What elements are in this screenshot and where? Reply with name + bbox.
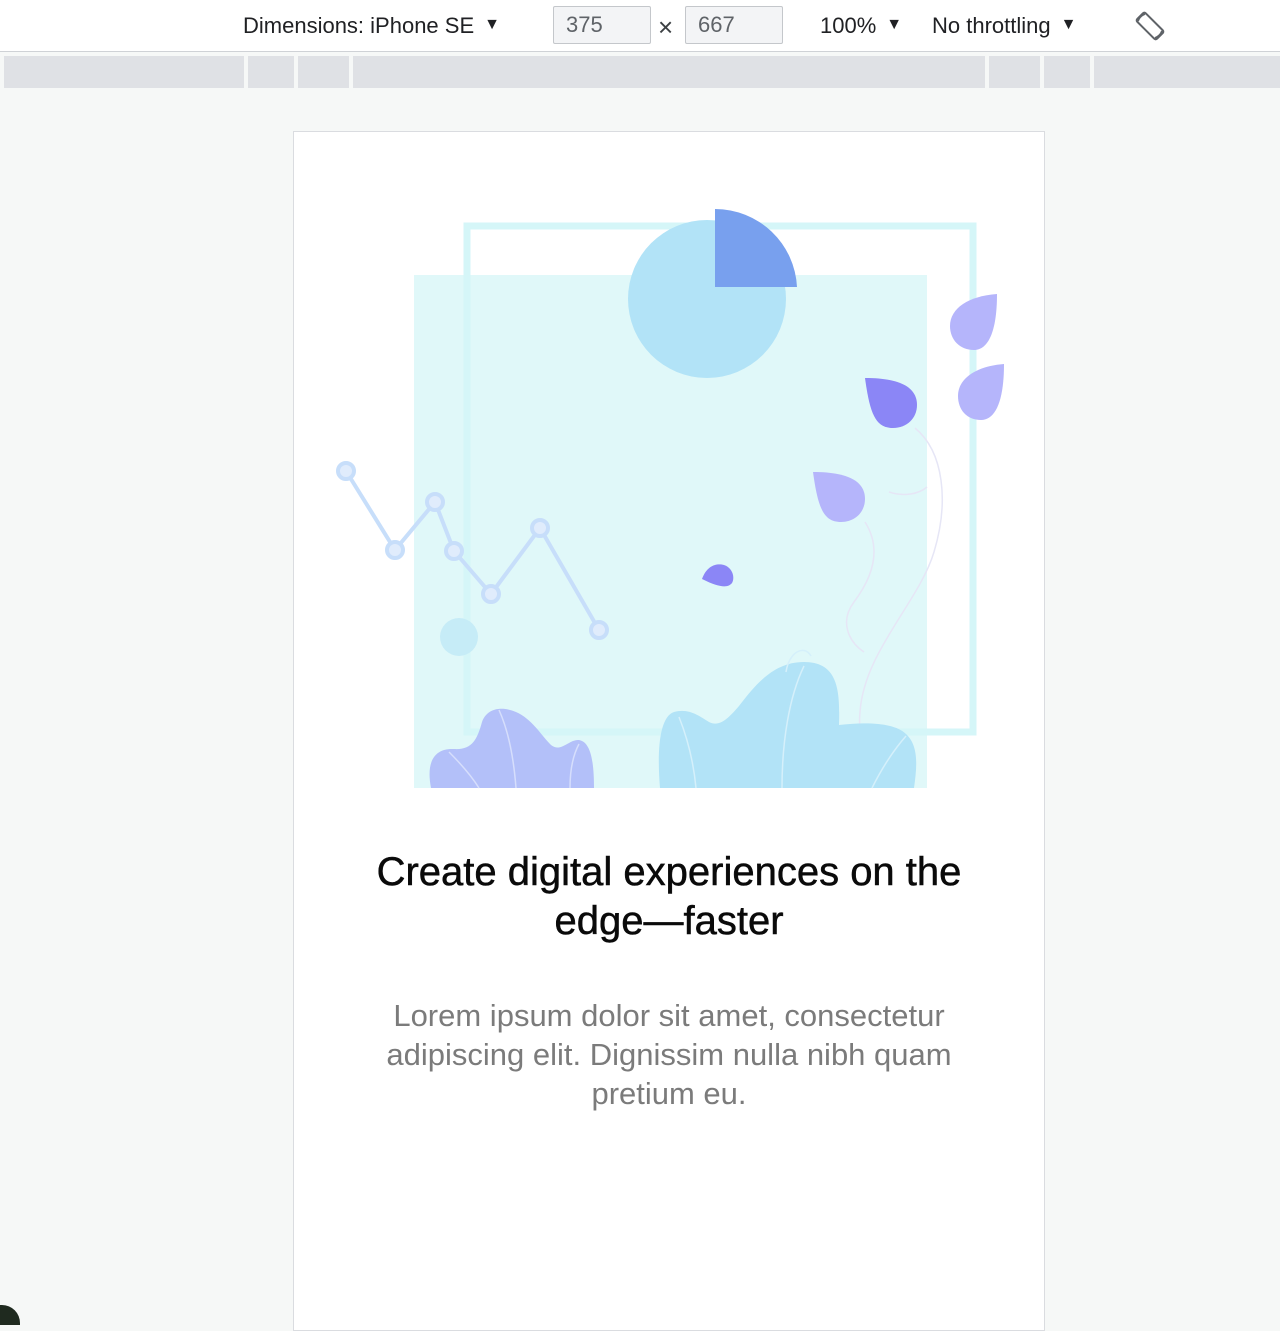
leaf-drop [958, 364, 1004, 420]
device-toolbar: Dimensions: iPhone SE ▼ × 100% ▼ No thro… [0, 0, 1280, 52]
chart-point [385, 540, 405, 560]
chart-point [336, 461, 356, 481]
media-query-bar[interactable] [353, 56, 985, 88]
media-query-bar[interactable] [1044, 56, 1090, 88]
times-icon: × [658, 12, 674, 42]
chart-point [425, 492, 445, 512]
rotate-icon[interactable] [1133, 9, 1167, 43]
chevron-down-icon: ▼ [484, 16, 500, 33]
small-bubble [440, 618, 478, 656]
chevron-down-icon: ▼ [886, 16, 903, 33]
throttling-label: No throttling [932, 13, 1051, 38]
window-corner [0, 1305, 20, 1325]
media-query-bar[interactable] [4, 56, 244, 88]
throttling-dropdown[interactable]: No throttling ▼ [932, 10, 1076, 42]
chevron-down-icon: ▼ [1060, 16, 1077, 33]
height-input[interactable] [685, 6, 783, 44]
dimensions-dropdown[interactable]: Dimensions: iPhone SE ▼ [243, 10, 500, 42]
device-viewport: Create digital experiences on the edge—f… [293, 131, 1045, 1331]
page-headline: Create digital experiences on the edge—f… [376, 850, 962, 944]
media-query-bar[interactable] [248, 56, 294, 88]
pie-slice [715, 208, 797, 287]
media-query-bar[interactable] [989, 56, 1040, 88]
zoom-label: 100% [820, 13, 877, 38]
chart-point [444, 541, 464, 561]
page-body-text: Lorem ipsum dolor sit amet, consectetur … [386, 998, 952, 1111]
hero-illustration [336, 208, 1004, 789]
zoom-dropdown[interactable]: 100% ▼ [820, 10, 902, 42]
chart-point [481, 584, 501, 604]
chart-point [589, 620, 609, 640]
chart-point [530, 518, 550, 538]
media-query-bar[interactable] [298, 56, 349, 88]
rotate-icon-graphic [1135, 11, 1165, 41]
dimensions-label: Dimensions: iPhone SE [243, 13, 475, 38]
leaf-drop [950, 294, 997, 350]
width-input[interactable] [553, 6, 651, 44]
media-query-bar[interactable] [1094, 56, 1280, 88]
